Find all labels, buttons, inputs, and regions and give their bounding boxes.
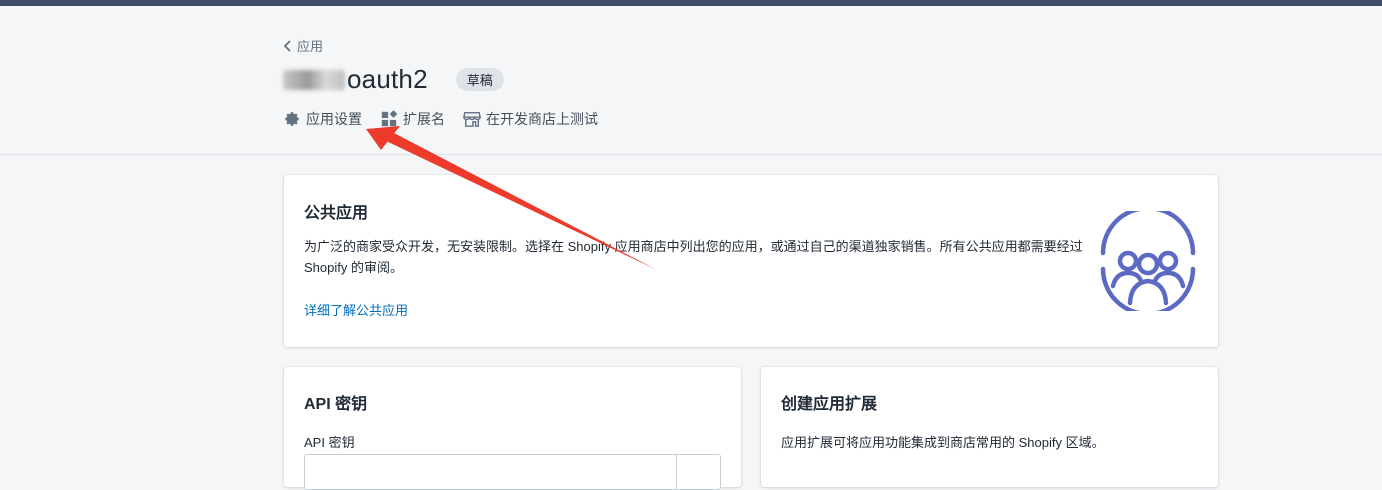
api-keys-title: API 密钥 bbox=[304, 396, 368, 413]
store-icon bbox=[463, 111, 481, 127]
api-keys-card: API 密钥 API 密钥 bbox=[284, 367, 741, 490]
extensions-label: 扩展名 bbox=[403, 111, 445, 127]
status-badge: 草稿 bbox=[455, 68, 504, 91]
public-app-card: 公共应用 为广泛的商家受众开发，无安装限制。选择在 Shopify 应用商店中列… bbox=[284, 175, 1218, 347]
app-settings-button[interactable]: 应用设置 bbox=[283, 109, 362, 129]
api-key-field[interactable] bbox=[304, 454, 721, 490]
extensions-button[interactable]: 扩展名 bbox=[380, 109, 445, 129]
create-extension-title: 创建应用扩展 bbox=[781, 396, 878, 413]
breadcrumb-label: 应用 bbox=[297, 39, 324, 54]
people-group-icon bbox=[1100, 211, 1196, 311]
copy-api-key-button[interactable] bbox=[676, 455, 720, 489]
title-row: oauth2 草稿 bbox=[283, 64, 504, 95]
api-key-field-label: API 密钥 bbox=[304, 435, 355, 450]
breadcrumb-back-link[interactable]: 应用 bbox=[283, 36, 323, 55]
page-header: 应用 oauth2 草稿 应用设置 扩展名 在开发商店上测试 bbox=[0, 6, 1382, 155]
public-app-title: 公共应用 bbox=[304, 205, 369, 222]
chevron-left-icon bbox=[283, 39, 291, 52]
redacted-title-prefix bbox=[283, 69, 345, 90]
create-extension-card: 创建应用扩展 应用扩展可将应用功能集成到商店常用的 Shopify 区域。 bbox=[761, 367, 1218, 487]
header-actions: 应用设置 扩展名 在开发商店上测试 bbox=[283, 109, 598, 129]
test-on-dev-store-button[interactable]: 在开发商店上测试 bbox=[463, 109, 598, 129]
gear-icon bbox=[285, 112, 299, 126]
test-on-dev-store-label: 在开发商店上测试 bbox=[486, 111, 598, 127]
app-settings-label: 应用设置 bbox=[306, 111, 362, 127]
extensions-icon bbox=[381, 110, 398, 127]
public-app-description: 为广泛的商家受众开发，无安装限制。选择在 Shopify 应用商店中列出您的应用… bbox=[304, 239, 1083, 275]
learn-more-public-app-link[interactable]: 详细了解公共应用 bbox=[304, 300, 408, 319]
page-title: oauth2 bbox=[347, 64, 428, 94]
create-extension-description: 应用扩展可将应用功能集成到商店常用的 Shopify 区域。 bbox=[781, 435, 1105, 450]
